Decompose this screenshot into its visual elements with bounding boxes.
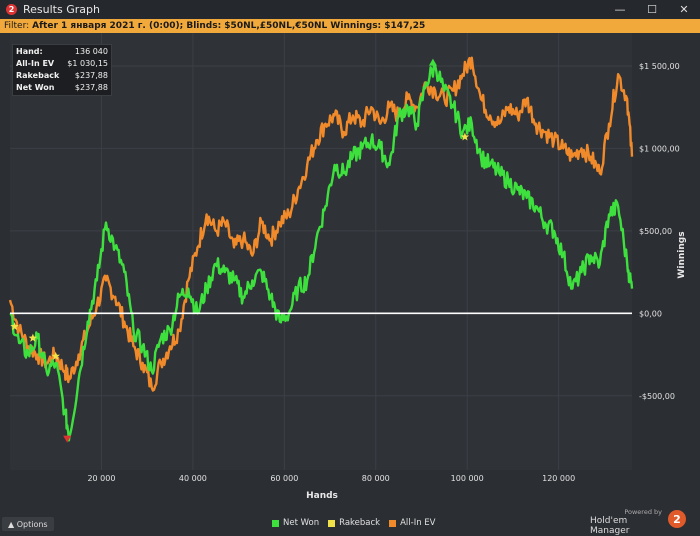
filter-value: After 1 января 2021 г. (0:00); Blinds: $… xyxy=(32,21,426,31)
hm2-app-icon: 2 xyxy=(6,4,17,15)
stat-row-rakeback: Rakeback $237,88 xyxy=(16,71,108,80)
legend-item-rakeback[interactable]: Rakeback xyxy=(328,518,380,528)
x-tick-label: 100 000 xyxy=(451,474,484,483)
x-axis-label: Hands xyxy=(306,491,338,501)
y-tick-label: -$500,00 xyxy=(639,392,675,401)
y-axis-label: Winnings xyxy=(677,231,687,278)
title-bar: 2 Results Graph — ☐ ✕ xyxy=(0,0,700,19)
stat-row-allin-ev: All-In EV $1 030,15 xyxy=(16,59,108,68)
stats-box: Hand: 136 040 All-In EV $1 030,15 Rakeback… xyxy=(12,44,112,96)
legend-item-all-in-ev[interactable]: All-In EV xyxy=(389,518,436,528)
y-tick-label: $1 000,00 xyxy=(639,144,680,153)
y-tick-label: $500,00 xyxy=(639,227,672,236)
results-graph[interactable]: 20 000 40 000 60 000 80 000 100 000 120 000 -$… xyxy=(0,33,700,514)
x-tick-label: 20 000 xyxy=(87,474,115,483)
filter-bar[interactable]: Filter: After 1 января 2021 г. (0:00); B… xyxy=(0,19,700,33)
brand-name: Hold'em Manager xyxy=(590,516,630,536)
legend-swatch xyxy=(272,519,279,527)
caret-up-icon: ▲ xyxy=(8,519,17,529)
legend: Net Won Rakeback All-In EV xyxy=(272,518,445,528)
x-tick-label: 40 000 xyxy=(179,474,207,483)
filter-label: Filter: xyxy=(4,21,30,31)
close-button[interactable]: ✕ xyxy=(668,0,700,19)
window-title: Results Graph xyxy=(23,3,100,16)
brand-logo: Powered by Hold'em Manager 2 xyxy=(590,508,690,536)
x-tick-label: 60 000 xyxy=(270,474,298,483)
options-button[interactable]: ▲ Options xyxy=(2,517,54,531)
stat-row-hand: Hand: 136 040 xyxy=(16,47,108,56)
stat-row-net-won: Net Won $237,88 xyxy=(16,83,108,92)
legend-swatch xyxy=(328,519,336,527)
legend-swatch xyxy=(389,519,397,527)
powered-by-text: Powered by xyxy=(624,508,662,516)
y-tick-label: $1 500,00 xyxy=(639,62,680,71)
legend-item-net-won[interactable]: Net Won xyxy=(272,518,319,528)
maximize-button[interactable]: ☐ xyxy=(636,0,668,19)
hm2-logo-icon: 2 xyxy=(668,510,686,528)
options-label: Options xyxy=(16,519,48,529)
x-tick-label: 120 000 xyxy=(542,474,575,483)
x-tick-label: 80 000 xyxy=(362,474,390,483)
y-tick-label: $0,00 xyxy=(639,309,662,318)
minimize-button[interactable]: — xyxy=(604,0,636,19)
